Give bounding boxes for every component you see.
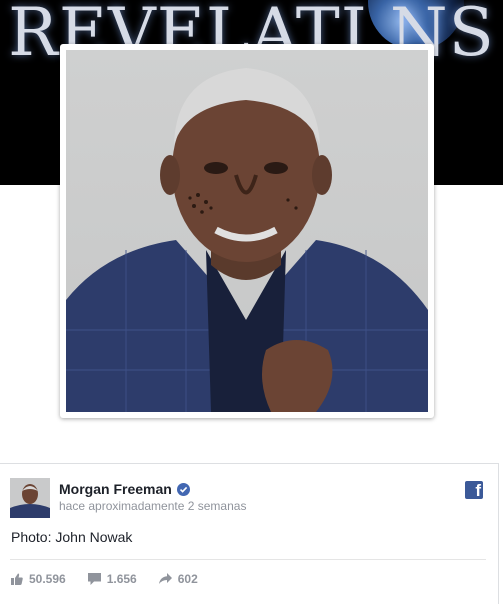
verified-badge-icon (176, 482, 190, 496)
post-card: Morgan Freeman hace aproximadamente 2 se… (0, 463, 499, 604)
comment-count[interactable]: 1.656 (87, 572, 137, 586)
thumbs-up-icon (11, 573, 23, 585)
facebook-icon[interactable]: f (465, 481, 483, 500)
post-author[interactable]: Morgan Freeman (59, 481, 190, 497)
share-count[interactable]: 602 (158, 572, 198, 586)
post-text: Photo: John Nowak (11, 529, 133, 545)
share-count-value: 602 (177, 572, 198, 586)
divider (10, 559, 486, 560)
profile-picture[interactable] (66, 50, 428, 412)
author-name[interactable]: Morgan Freeman (59, 481, 172, 497)
comment-icon (87, 573, 101, 585)
post-stats: 50.596 1.656 602 (11, 572, 220, 586)
portrait-illustration (66, 68, 428, 412)
profile-picture-frame[interactable] (60, 44, 434, 418)
like-count[interactable]: 50.596 (11, 572, 66, 586)
avatar[interactable] (10, 478, 50, 518)
share-arrow-icon (158, 573, 172, 584)
comment-count-value: 1.656 (106, 572, 137, 586)
post-timestamp[interactable]: hace aproximadamente 2 semanas (59, 499, 246, 513)
like-count-value: 50.596 (29, 572, 66, 586)
avatar-portrait-icon (10, 478, 50, 518)
